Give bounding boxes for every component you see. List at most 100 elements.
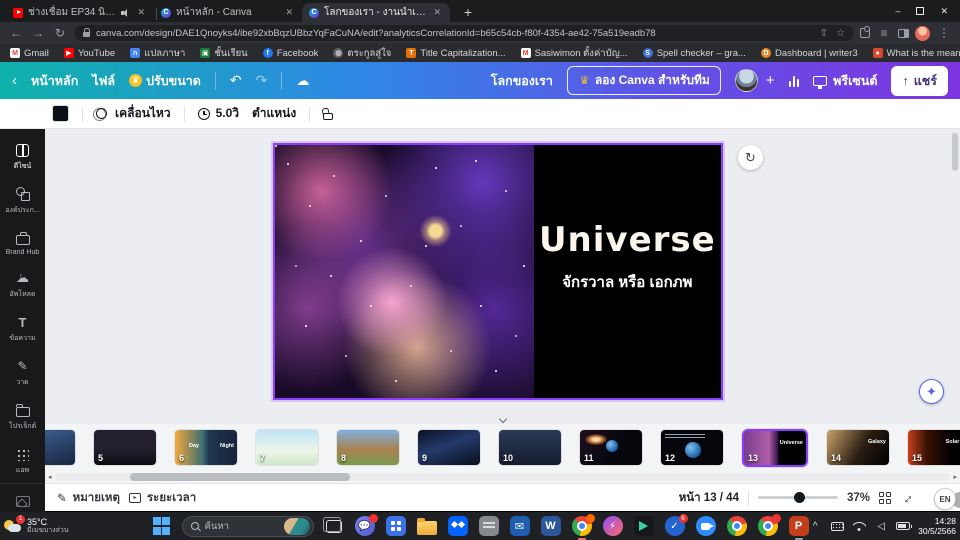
task-view-button[interactable] [322, 515, 345, 537]
resize-button[interactable]: ♛ ปรับขนาด [129, 71, 201, 91]
timing-button[interactable]: ▸ ระยะเวลา [128, 489, 196, 507]
url-text[interactable]: canva.com/design/DAE1Qnoyks4/ibe92xbBqzU… [96, 28, 814, 39]
bookmark-title-capitalization[interactable]: T Title Capitalization... [406, 48, 506, 59]
canvas-vertical-scrollbar[interactable] [952, 133, 958, 413]
slide-thumbnail-12[interactable]: 12 [661, 430, 723, 465]
scrollbar-thumb[interactable] [129, 473, 350, 481]
slide-thumbnail-5[interactable]: 5 [94, 430, 156, 465]
document-title[interactable]: โลกของเรา [491, 71, 553, 91]
tab-canva-home[interactable]: C หน้าหลัก - Canva ✕ [154, 3, 305, 22]
sidebar-item-text[interactable]: T ข้อความ [0, 307, 45, 351]
todo-icon[interactable]: ✓ 6 [664, 514, 688, 537]
side-panel-icon[interactable] [898, 28, 909, 38]
redo-button[interactable]: ↷ [256, 72, 268, 89]
extensions-icon[interactable] [860, 26, 870, 38]
chrome-icon-2[interactable] [726, 515, 748, 537]
tray-chevron-icon[interactable]: ^ [808, 518, 822, 534]
bookmark-gmail[interactable]: M Gmail [10, 48, 49, 59]
bookmark-site[interactable]: ◍ ตระกูลสู่ใจ [333, 46, 391, 61]
comment-button[interactable]: ↻ [738, 145, 763, 170]
galaxy-image[interactable] [275, 145, 534, 398]
wifi-icon[interactable] [852, 518, 866, 534]
position-button[interactable]: ตำแหน่ง [252, 104, 296, 123]
sidebar-item-design[interactable]: ดีไซน์ [0, 135, 45, 179]
file-menu[interactable]: ไฟล์ [92, 71, 115, 91]
add-member-button[interactable]: + [766, 72, 775, 89]
scroll-left-icon[interactable]: ◂ [48, 474, 52, 481]
share-button[interactable]: ↑ แชร์ [891, 65, 948, 96]
search-highlight-image[interactable] [283, 517, 310, 535]
sidebar-item-apps[interactable]: แอพ [0, 439, 45, 483]
volume-icon[interactable]: ◁ [874, 518, 888, 534]
back-to-home-icon[interactable]: ‹ [12, 72, 17, 89]
share-page-icon[interactable]: ⇧ [820, 28, 828, 39]
slide-thumbnail-15[interactable]: Solar sy 15 [908, 430, 960, 465]
slide-thumbnail[interactable] [45, 430, 75, 465]
sidebar-item-uploads[interactable]: ☁ อัพโหลด [0, 263, 45, 307]
sidebar-item-elements[interactable]: องค์ประก... [0, 179, 45, 223]
collapse-filmstrip-icon[interactable] [496, 415, 510, 423]
bookmark-spell-checker[interactable]: S Spell checker – gra... [642, 48, 746, 59]
teams-chat-icon[interactable]: 💬 [354, 514, 378, 537]
notes-button[interactable]: ✎ หมายเหตุ [57, 489, 120, 507]
zoom-app-icon[interactable] [695, 515, 717, 537]
address-bar[interactable]: canva.com/design/DAE1Qnoyks4/ibe92xbBqzU… [74, 25, 854, 41]
fullscreen-icon[interactable]: ↔ [897, 488, 917, 508]
taskbar-search[interactable]: ค้นหา [181, 515, 314, 537]
zoom-percent[interactable]: 37% [847, 492, 870, 504]
slide-subtitle[interactable]: จักรวาล หรือ เอกภพ [562, 270, 692, 294]
tab-close-icon[interactable]: ✕ [283, 6, 295, 19]
background-color-swatch[interactable] [52, 105, 69, 122]
animate-button[interactable]: เคลื่อนไหว [93, 104, 171, 123]
chrome-icon-3[interactable] [757, 514, 781, 537]
bookmark-sasiwimon[interactable]: M Sasiwimon ตั้งค่าบัญ... [520, 46, 628, 61]
scrollbar-track[interactable] [54, 473, 951, 481]
app-icon-gray[interactable] [478, 515, 500, 537]
calculator-icon[interactable] [385, 515, 407, 537]
bookmark-facebook[interactable]: f Facebook [262, 48, 318, 59]
zoom-slider[interactable] [757, 492, 838, 503]
dropbox-icon[interactable] [447, 515, 469, 537]
present-button[interactable]: พรีเซนต์ [813, 71, 877, 91]
reload-button[interactable]: ↻ [52, 26, 68, 40]
sidebar-item-brand-hub[interactable]: Brand Hub [0, 223, 45, 263]
slide-thumbnail-14[interactable]: Galaxy 14 [827, 430, 889, 465]
sidebar-item-draw[interactable]: ✎ วาด [0, 351, 45, 395]
slide-thumbnail-7[interactable]: 7 [256, 430, 318, 465]
slide-thumbnail-6[interactable]: Day Night 6 [175, 430, 237, 465]
slide-page[interactable]: Universe จักรวาล หรือ เอกภพ [273, 143, 723, 400]
slide-thumbnail-10[interactable]: 10 [499, 430, 561, 465]
scroll-right-icon[interactable]: ▸ [953, 474, 957, 481]
bookmark-youtube[interactable]: ▶ YouTube [63, 48, 115, 59]
new-tab-button[interactable]: + [458, 3, 478, 21]
file-explorer-icon[interactable] [416, 515, 438, 537]
maximize-button[interactable] [916, 7, 925, 15]
bookmark-meaning[interactable]: ●What is the meanin... [872, 48, 960, 59]
slide-text-block[interactable]: Universe จักรวาล หรือ เอกภพ [533, 145, 721, 398]
back-button[interactable]: ← [8, 26, 24, 40]
messenger-icon[interactable]: ⚡ [602, 515, 624, 537]
forward-button[interactable]: → [30, 26, 46, 40]
slide-thumbnail-8[interactable]: 8 [337, 430, 399, 465]
word-icon[interactable]: W [540, 515, 562, 537]
battery-icon[interactable] [896, 518, 913, 534]
user-avatar[interactable] [734, 69, 758, 92]
taskbar-clock[interactable]: 14:28 30/5/2566 [918, 516, 956, 536]
bookmark-translate[interactable]: กแปลภาษา [130, 46, 185, 61]
tab-close-icon[interactable]: ✕ [135, 6, 147, 19]
sidebar-item-projects[interactable]: โปรเจ็กต์ [0, 395, 45, 439]
powerpoint-icon[interactable]: P [788, 515, 810, 540]
slide-thumbnail-9[interactable]: 9 [418, 430, 480, 465]
bookmark-classroom[interactable]: ▣ ชั้นเรียน [200, 46, 248, 61]
try-canva-teams-button[interactable]: ♛ ลอง Canva สำหรับทีม [566, 66, 721, 95]
browser-profile-avatar[interactable] [915, 25, 930, 41]
slide-thumbnail-13-selected[interactable]: Universe 13 [742, 428, 808, 467]
reading-list-icon[interactable]: ≡ [876, 26, 892, 40]
lock-icon[interactable] [323, 112, 334, 120]
home-menu[interactable]: หน้าหลัก [31, 71, 78, 91]
keyboard-icon[interactable] [830, 518, 844, 534]
undo-button[interactable]: ↶ [230, 72, 242, 89]
tab-audio-icon[interactable] [121, 8, 130, 17]
slide-thumbnail-11[interactable]: 11 [580, 430, 642, 465]
media-app-icon[interactable] [633, 515, 655, 537]
